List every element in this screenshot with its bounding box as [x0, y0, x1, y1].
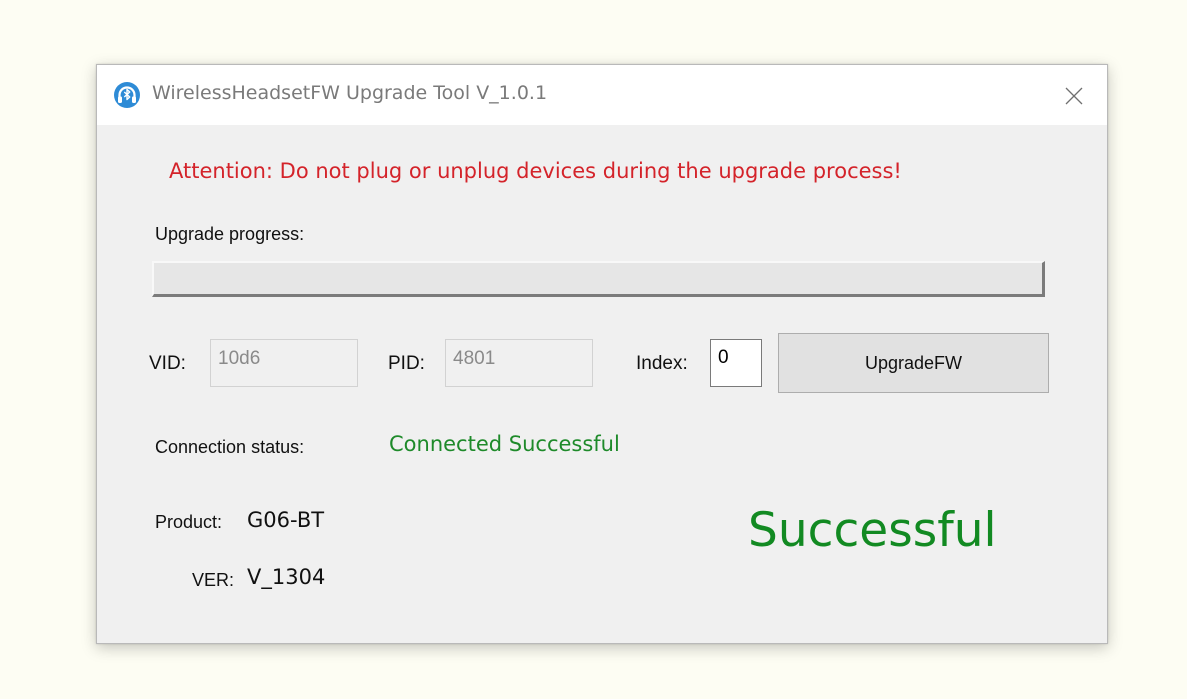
upgrade-result: Successful [748, 503, 997, 558]
connection-status-value: Connected Successful [389, 432, 620, 456]
upgrade-fw-button[interactable]: UpgradeFW [778, 333, 1049, 393]
vid-field[interactable]: 10d6 [210, 339, 358, 387]
vid-label: VID: [149, 353, 186, 374]
index-field[interactable]: 0 [710, 339, 762, 387]
version-label: VER: [192, 570, 235, 590]
product-value: G06-BT [247, 508, 325, 532]
index-label: Index: [636, 353, 688, 374]
bluetooth-headset-icon [113, 81, 141, 109]
progress-label: Upgrade progress: [155, 224, 305, 244]
upgrade-tool-window: WirelessHeadsetFW Upgrade Tool V_1.0.1 A… [96, 64, 1108, 644]
attention-warning: Attention: Do not plug or unplug devices… [169, 159, 902, 183]
pid-field[interactable]: 4801 [445, 339, 593, 387]
connection-status-label: Connection status: [155, 437, 305, 457]
pid-label: PID: [388, 353, 425, 374]
product-label: Product: [155, 512, 223, 532]
title-bar[interactable]: WirelessHeadsetFW Upgrade Tool V_1.0.1 [97, 65, 1107, 125]
upgrade-progress-bar [152, 261, 1045, 297]
version-value: V_1304 [247, 565, 326, 589]
close-icon[interactable] [1057, 79, 1091, 113]
window-title: WirelessHeadsetFW Upgrade Tool V_1.0.1 [152, 82, 548, 104]
